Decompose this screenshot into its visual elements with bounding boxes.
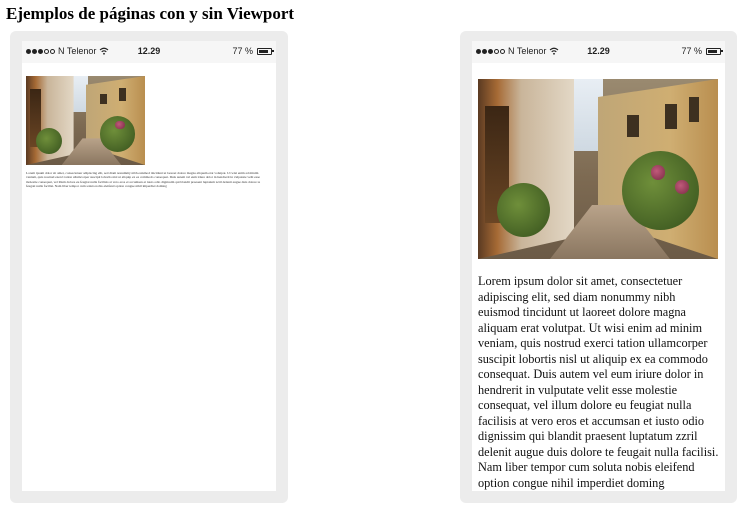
phone-screen: N Telenor 12.29 77 % Lorem ipsum dolor s… (22, 41, 276, 491)
status-right: 77 % (232, 46, 274, 56)
street-photo (26, 76, 145, 165)
page-heading: Ejemplos de páginas con y sin Viewport (6, 4, 295, 23)
status-bar: N Telenor 12.29 77 % (472, 41, 725, 63)
street-photo (478, 79, 718, 259)
battery-icon (257, 47, 274, 55)
status-bar: N Telenor 12.29 77 % (22, 41, 276, 63)
phone-screen: N Telenor 12.29 77 % Lorem ipsum dolor s… (472, 41, 725, 491)
battery-level: 77 % (681, 46, 702, 56)
phone-with-viewport: N Telenor 12.29 77 % Lorem ipsum dolor s… (460, 31, 737, 503)
battery-icon (706, 47, 723, 55)
phone-without-viewport: N Telenor 12.29 77 % Lorem ipsum dolor s… (10, 31, 288, 503)
body-text-large: Lorem ipsum dolor sit amet, consectetuer… (478, 274, 719, 490)
body-text-small: Lorem ipsum dolor sit amet, consectetuer… (26, 171, 261, 189)
battery-level: 77 % (232, 46, 253, 56)
status-right: 77 % (681, 46, 723, 56)
